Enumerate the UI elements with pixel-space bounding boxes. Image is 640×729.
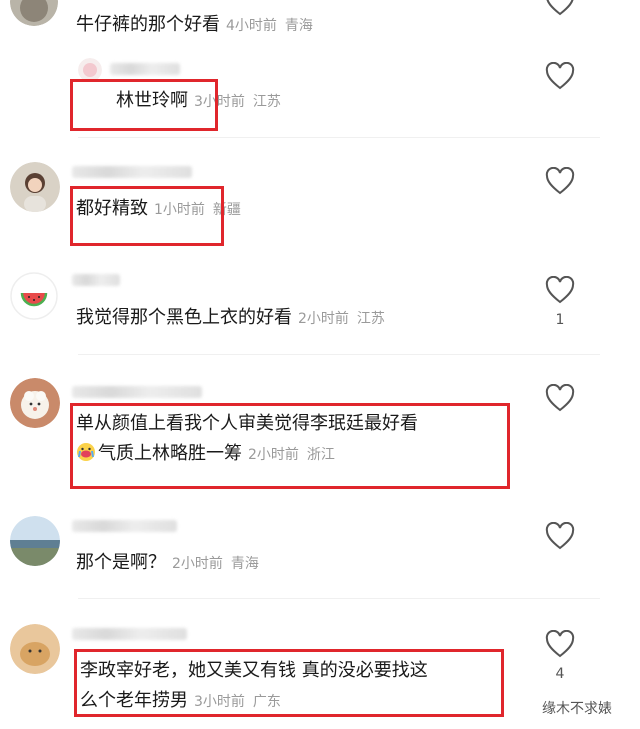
comment-time: 4小时前 [226, 18, 277, 34]
comment-2: 都好精致 1小时前 新疆 [76, 196, 241, 223]
username-blurred [110, 63, 180, 75]
comment-time: 2小时前 [248, 447, 299, 463]
like-count: 1 [555, 312, 565, 328]
comment-location: 青海 [230, 556, 259, 572]
comment-text: 林世玲啊 [116, 90, 188, 111]
username-blurred [72, 628, 187, 640]
comment-text: 都好精致 [76, 198, 148, 219]
avatar[interactable] [10, 516, 60, 566]
like-heart-icon[interactable] [545, 630, 575, 658]
comment-location: 青海 [284, 18, 313, 34]
comment-4-line-2: 气质上林略胜一筹 2小时前 浙江 [76, 441, 335, 468]
comment-5: 那个是啊？ 2小时前 青海 [76, 550, 259, 577]
like-heart-icon[interactable] [545, 522, 575, 550]
comment-location: 广东 [252, 694, 281, 710]
comment-time: 1小时前 [154, 202, 205, 218]
comment-4-line-1: 单从颜值上看我个人审美觉得李珉廷最好看 [76, 413, 418, 434]
comment-6-line-2: 么个老年捞男 3小时前 广东 [80, 688, 281, 715]
comment-time: 3小时前 [194, 694, 245, 710]
divider [78, 137, 600, 138]
crying-emoji-icon [76, 442, 96, 462]
username-blurred [72, 520, 177, 532]
comment-time: 2小时前 [298, 311, 349, 327]
comment-3: 我觉得那个黑色上衣的好看 2小时前 江苏 [76, 305, 385, 332]
comment-time: 2小时前 [172, 556, 223, 572]
divider [78, 354, 600, 355]
like-heart-icon[interactable] [545, 0, 575, 16]
avatar[interactable] [10, 624, 60, 674]
like-heart-icon[interactable] [545, 384, 575, 412]
comment-location: 新疆 [212, 202, 241, 218]
divider [78, 598, 600, 599]
username-blurred [72, 274, 120, 286]
watermark: 缘木不求婊 [542, 701, 612, 717]
comment-0: 牛仔裤的那个好看 4小时前 青海 [76, 12, 313, 39]
comment-6-line-1: 李政宰好老，她又美又有钱 真的没必要找这 [80, 660, 428, 681]
like-heart-icon[interactable] [545, 167, 575, 195]
avatar[interactable] [10, 378, 60, 428]
comment-text: 牛仔裤的那个好看 [76, 14, 220, 35]
comment-location: 江苏 [356, 311, 385, 327]
like-heart-icon[interactable] [545, 62, 575, 90]
avatar[interactable] [10, 272, 58, 320]
comment-text: 我觉得那个黑色上衣的好看 [76, 307, 292, 328]
comment-location: 江苏 [252, 94, 281, 110]
avatar[interactable] [78, 58, 102, 82]
username-blurred [72, 386, 202, 398]
comment-1: 林世玲啊 3小时前 江苏 [116, 88, 281, 115]
username-blurred [72, 166, 192, 178]
avatar[interactable] [10, 162, 60, 212]
avatar[interactable] [10, 0, 58, 26]
comment-text: 气质上林略胜一筹 [98, 443, 242, 464]
comment-text: 那个是啊？ [76, 552, 166, 573]
like-heart-icon[interactable] [545, 276, 575, 304]
like-count: 4 [555, 666, 565, 682]
comment-text: 么个老年捞男 [80, 690, 188, 711]
comment-time: 3小时前 [194, 94, 245, 110]
comment-location: 浙江 [306, 447, 335, 463]
